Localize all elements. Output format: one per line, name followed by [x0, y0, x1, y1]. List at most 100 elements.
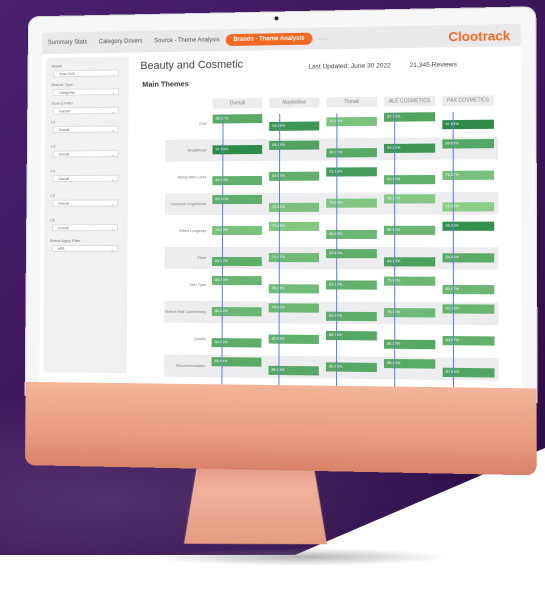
table-cell[interactable]: 84.40% — [211, 338, 262, 348]
table-cell[interactable]: 73.78% — [326, 198, 377, 208]
table-cell[interactable]: 85.44% — [211, 357, 262, 367]
table-cell[interactable]: 80.75% — [211, 275, 262, 286]
column-header: PAX COSMETICS — [442, 95, 494, 107]
table-cell[interactable]: 86.13% — [383, 339, 436, 350]
column-header: Overall — [212, 98, 263, 109]
table-cell[interactable]: 79.61% — [268, 303, 319, 313]
table-cell[interactable]: 97.84% — [442, 119, 494, 130]
table-cell[interactable]: 84.12% — [211, 256, 262, 267]
row-label: Quality — [193, 336, 206, 342]
table-cell[interactable]: 87.59% — [442, 367, 495, 378]
table-cell[interactable]: 73.43% — [268, 221, 320, 231]
tab-brands-theme-analysis[interactable]: Brands - Theme Analysis — [225, 32, 313, 47]
table-cell[interactable]: 76.67% — [442, 170, 495, 181]
filter-l4-select[interactable]: Overall ⌄ — [52, 174, 119, 183]
filter-l6-value: Overall — [57, 226, 69, 231]
column-guide-line — [394, 112, 396, 387]
table-cell[interactable]: 84.07% — [325, 311, 377, 322]
filter-month-value: June 2022 — [59, 72, 75, 77]
table-cell[interactable]: 75.53% — [268, 202, 320, 212]
tab-more[interactable]: ...... — [313, 35, 335, 41]
table-cell[interactable]: 76.20% — [212, 225, 262, 236]
filter-label-brand-apply: Brand Apply Filter — [50, 238, 81, 243]
table-cell[interactable]: 83.89% — [326, 249, 377, 259]
table-cell[interactable]: 79.12% — [268, 253, 320, 263]
tab-summary-stats[interactable]: Summary Stats — [42, 40, 93, 47]
filter-brands-type-select[interactable]: Categories ⌄ — [53, 88, 119, 96]
filter-l4-value: Overall — [58, 177, 69, 182]
table-cell[interactable]: 78.13% — [268, 284, 319, 294]
section-title: Main Themes — [142, 79, 189, 89]
table-cell[interactable]: 86.06% — [325, 362, 377, 373]
table-cell[interactable]: 70.93% — [442, 202, 495, 212]
table-cell[interactable]: 86.74% — [325, 330, 377, 341]
filter-sidebar: Month June 2022 ⌄ Brands Type Categories ⌄… — [43, 56, 129, 374]
table-cell[interactable]: 81.16% — [442, 304, 495, 314]
filter-label-l3: L3 — [50, 143, 56, 149]
table-cell[interactable]: 80.03% — [326, 229, 377, 239]
stand-shadow — [150, 548, 450, 566]
filter-l5-select[interactable]: Overall ⌄ — [52, 199, 119, 207]
tab-category-drivers[interactable]: Category Drivers — [93, 39, 148, 46]
filter-l6-select[interactable]: Overall ⌄ — [52, 224, 118, 232]
table-cell[interactable]: 91.13% — [326, 167, 377, 177]
table-cell[interactable]: 93.44% — [269, 121, 320, 131]
table-cell[interactable]: 80.99% — [384, 225, 436, 235]
table-cell[interactable]: 87.73% — [384, 112, 436, 122]
table-cell[interactable]: 80.59% — [211, 306, 262, 317]
row-label: Customer Experience — [170, 202, 207, 207]
table-cell[interactable]: 84.99% — [442, 253, 495, 263]
filter-brand-apply-select[interactable]: APB ⌄ — [51, 244, 118, 252]
table-cell[interactable]: 93.12% — [384, 143, 436, 154]
filter-label-source: Source Filter — [51, 100, 74, 106]
table-cell[interactable]: 83.17% — [384, 174, 436, 185]
column-guide-line — [336, 113, 338, 386]
monitor: Summary Stats Category Drivers Source - … — [24, 7, 537, 476]
table-cell[interactable]: 85.29% — [383, 358, 436, 369]
filter-l3-select[interactable]: Overall ⌄ — [52, 150, 119, 158]
table-cell[interactable]: 79.10% — [383, 308, 436, 318]
column-header: ALE COSMETICS — [384, 95, 436, 107]
table-cell[interactable]: 86.13% — [268, 365, 319, 376]
camera-icon — [274, 16, 279, 21]
table-cell[interactable]: 88.19% — [269, 140, 320, 150]
table-cell[interactable]: 82.89% — [268, 334, 319, 345]
filter-l2-value: Overall — [58, 127, 70, 132]
chevron-down-icon: ⌄ — [111, 108, 115, 114]
chevron-down-icon: ⌄ — [110, 246, 114, 252]
column-header: Maybelline — [269, 97, 320, 109]
table-cell[interactable]: 83.07% — [442, 335, 495, 346]
table-cell[interactable]: 75.18% — [326, 116, 377, 127]
table-cell[interactable]: 79.92% — [383, 276, 436, 286]
table-cell[interactable]: 80.02% — [442, 284, 495, 295]
table-cell[interactable]: 86.00% — [326, 148, 377, 158]
table-cell[interactable]: 83.31% — [212, 194, 262, 205]
tab-source-theme-analysis[interactable]: Source - Theme Analysis — [148, 37, 225, 44]
row-label: Skin Type — [189, 282, 206, 287]
table-cell[interactable]: 86.69% — [442, 138, 495, 149]
table-cell[interactable]: 85.57% — [212, 114, 263, 124]
chevron-down-icon: ⌄ — [111, 90, 115, 96]
filter-brands-type-value: Categories — [58, 90, 76, 95]
table-cell[interactable]: 73.17% — [384, 194, 436, 204]
filter-month-select[interactable]: June 2022 ⌄ — [53, 69, 120, 78]
filter-brand-apply-value: APB — [57, 246, 65, 251]
row-label: Breakthrow — [187, 148, 207, 153]
filter-label-l4: L4 — [50, 168, 55, 174]
table-cell[interactable]: 82.93% — [212, 175, 263, 186]
filter-label-l6: L6 — [50, 217, 55, 223]
table-cell[interactable]: 96.09% — [442, 221, 495, 231]
table-cell[interactable]: 83.07% — [269, 171, 320, 181]
review-count: 21,345 Reviews — [409, 61, 457, 70]
table-cell[interactable]: 89.19% — [383, 257, 436, 267]
filter-source-select[interactable]: Overall ⌄ — [53, 106, 119, 115]
dashboard-screen: Summary Stats Category Drivers Source - … — [39, 23, 522, 389]
table-cell[interactable]: 97.94% — [212, 144, 263, 155]
filter-source-value: Overall — [58, 109, 70, 114]
chevron-down-icon: ⌄ — [111, 127, 115, 133]
row-label: Recommendation — [176, 363, 206, 369]
table-cell[interactable]: 83.12% — [326, 280, 377, 290]
filter-label-brands-type: Brands Type — [51, 81, 73, 88]
row-label: Being Well Looks — [177, 175, 207, 180]
filter-l2-select[interactable]: Overall ⌄ — [52, 125, 119, 134]
